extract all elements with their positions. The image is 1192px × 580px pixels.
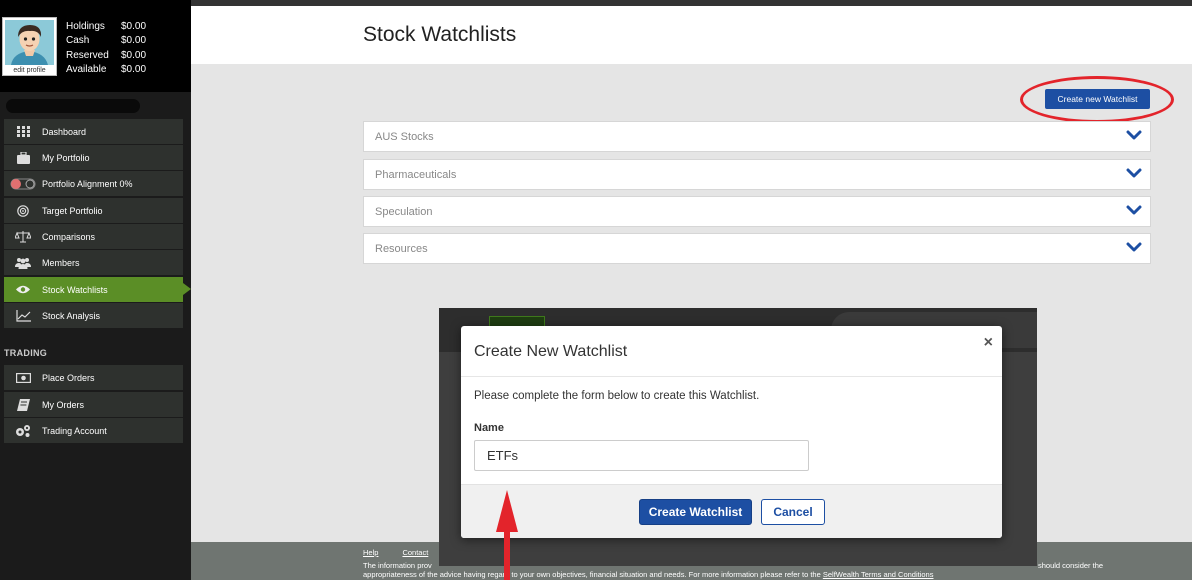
page-title: Stock Watchlists bbox=[363, 23, 517, 46]
watchlist-row[interactable]: Pharmaceuticals bbox=[363, 159, 1151, 190]
sidebar-item-label: Stock Watchlists bbox=[42, 284, 108, 295]
target-icon bbox=[4, 204, 42, 217]
sidebar-item-target-portfolio[interactable]: Target Portfolio bbox=[4, 198, 183, 223]
sidebar: edit profile Holdings $0.00 Cash $0.00 Res… bbox=[0, 0, 191, 580]
highlight-annotation-circle bbox=[1020, 76, 1174, 123]
grid-icon bbox=[4, 126, 42, 137]
sidebar-scrollbar[interactable] bbox=[6, 99, 140, 113]
money-icon bbox=[4, 372, 42, 383]
sidebar-item-label: Place Orders bbox=[42, 372, 95, 383]
dialog-description: Please complete the form below to create… bbox=[474, 390, 760, 402]
edit-profile-link[interactable]: edit profile bbox=[3, 67, 56, 74]
balance-label: Holdings bbox=[66, 21, 105, 32]
scales-icon bbox=[4, 230, 42, 243]
trading-section-heading: TRADING bbox=[4, 348, 48, 358]
watchlist-row[interactable]: Speculation bbox=[363, 196, 1151, 227]
toggle-icon bbox=[4, 178, 42, 190]
dialog-body: Please complete the form below to create… bbox=[461, 377, 1002, 484]
sidebar-item-label: Dashboard bbox=[42, 126, 87, 137]
create-watchlist-button[interactable]: Create Watchlist bbox=[639, 499, 752, 525]
balance-value: $0.00 bbox=[121, 35, 147, 47]
balance-value: $0.00 bbox=[121, 21, 147, 32]
chevron-down-icon[interactable] bbox=[1126, 205, 1142, 218]
avatar[interactable]: edit profile bbox=[2, 17, 57, 76]
modal-screenshot: Create New Watchlist × Please complete t… bbox=[439, 308, 1037, 566]
page-header: Stock Watchlists bbox=[191, 6, 1192, 64]
disclaimer-line-text: appropriateness of the advice having reg… bbox=[363, 570, 823, 579]
members-icon bbox=[4, 257, 42, 269]
sidebar-item-label: Members bbox=[42, 257, 80, 268]
eye-icon bbox=[4, 285, 42, 294]
line-chart-icon bbox=[4, 309, 42, 322]
dialog-footer: Create Watchlist Cancel bbox=[461, 484, 1002, 538]
balance-label: Cash bbox=[66, 35, 90, 47]
dialog-header: Create New Watchlist × bbox=[461, 326, 1002, 377]
watchlist-name: Pharmaceuticals bbox=[375, 168, 457, 181]
balance-value: $0.00 bbox=[121, 49, 147, 61]
arrow-annotation bbox=[496, 490, 518, 580]
sidebar-item-my-portfolio[interactable]: My Portfolio bbox=[4, 145, 183, 170]
create-watchlist-dialog: Create New Watchlist × Please complete t… bbox=[461, 326, 1002, 538]
balance-row-reserved: Reserved $0.00 bbox=[66, 49, 146, 63]
sidebar-item-label: Portfolio Alignment 0% bbox=[42, 178, 133, 189]
sidebar-item-portfolio-alignment[interactable]: Portfolio Alignment 0% bbox=[4, 171, 183, 196]
close-icon[interactable]: × bbox=[984, 334, 993, 352]
sidebar-item-comparisons[interactable]: Comparisons bbox=[4, 224, 183, 249]
balance-row-available: Available $0.00 bbox=[66, 63, 146, 77]
balance-value: $0.00 bbox=[121, 63, 147, 75]
balance-label: Reserved bbox=[66, 49, 109, 61]
sidebar-item-label: Stock Analysis bbox=[42, 310, 101, 321]
balance-label: Available bbox=[66, 63, 107, 75]
disclaimer-text: The information prov bbox=[363, 561, 432, 570]
sidebar-item-members[interactable]: Members bbox=[4, 250, 183, 275]
sidebar-item-label: Target Portfolio bbox=[42, 205, 103, 216]
sidebar-item-place-orders[interactable]: Place Orders bbox=[4, 365, 183, 390]
name-label: Name bbox=[474, 422, 504, 434]
chevron-down-icon[interactable] bbox=[1126, 242, 1142, 255]
sidebar-item-stock-watchlists[interactable]: Stock Watchlists bbox=[4, 277, 191, 302]
watchlist-row[interactable]: Resources bbox=[363, 233, 1151, 264]
balance-row-holdings: Holdings $0.00 bbox=[66, 20, 146, 34]
briefcase-icon bbox=[4, 151, 42, 164]
sidebar-item-stock-analysis[interactable]: Stock Analysis bbox=[4, 303, 183, 328]
sidebar-item-label: My Orders bbox=[42, 399, 85, 410]
watchlist-name: AUS Stocks bbox=[375, 130, 434, 143]
footer-links: Help Contact bbox=[363, 548, 428, 557]
sidebar-item-my-orders[interactable]: My Orders bbox=[4, 392, 183, 417]
sidebar-item-label: Trading Account bbox=[42, 425, 107, 436]
chevron-down-icon[interactable] bbox=[1126, 168, 1142, 181]
book-icon bbox=[4, 398, 42, 411]
sidebar-item-trading-account[interactable]: Trading Account bbox=[4, 418, 183, 443]
chevron-down-icon[interactable] bbox=[1126, 130, 1142, 143]
sidebar-item-label: Comparisons bbox=[42, 231, 96, 242]
watchlist-name: Resources bbox=[375, 242, 428, 255]
balance-summary: Holdings $0.00 Cash $0.00 Reserved $0.00 Av… bbox=[66, 20, 146, 77]
gears-icon bbox=[4, 424, 42, 437]
balance-row-cash: Cash $0.00 bbox=[66, 34, 146, 48]
disclaimer-line: appropriateness of the advice having reg… bbox=[363, 570, 933, 579]
disclaimer-text-tail: should consider the bbox=[1038, 561, 1104, 570]
avatar-image bbox=[5, 20, 54, 65]
terms-link[interactable]: SelfWealth Terms and Conditions bbox=[823, 570, 934, 579]
watchlist-name-input[interactable] bbox=[474, 440, 809, 471]
help-link[interactable]: Help bbox=[363, 548, 378, 557]
sidebar-item-label: My Portfolio bbox=[42, 152, 90, 163]
dialog-title: Create New Watchlist bbox=[474, 343, 628, 360]
contact-link[interactable]: Contact bbox=[402, 548, 428, 557]
watchlist-row[interactable]: AUS Stocks bbox=[363, 121, 1151, 152]
profile-panel: edit profile Holdings $0.00 Cash $0.00 Res… bbox=[0, 0, 191, 92]
cancel-button[interactable]: Cancel bbox=[761, 499, 825, 525]
watchlist-name: Speculation bbox=[375, 205, 433, 218]
sidebar-item-dashboard[interactable]: Dashboard bbox=[4, 119, 183, 144]
